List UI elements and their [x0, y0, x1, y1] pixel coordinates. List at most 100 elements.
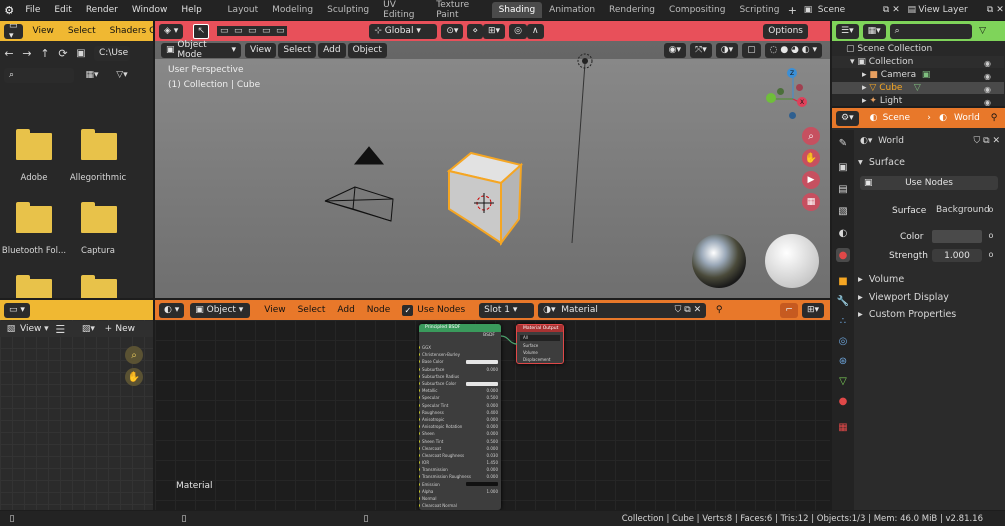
folder-icon[interactable]: [16, 202, 52, 233]
parent-dir-icon[interactable]: ↑: [36, 47, 54, 60]
tab-layout[interactable]: Layout: [221, 2, 266, 18]
tab-uv-editing[interactable]: UV Editing: [376, 0, 429, 23]
menu-select[interactable]: Select: [68, 26, 96, 36]
gizmo-z-axis[interactable]: Z: [787, 68, 797, 78]
gizmo-x-axis[interactable]: X: [797, 97, 807, 107]
surface-panel-header[interactable]: ▾ Surface: [858, 155, 1003, 169]
display-mode-icon[interactable]: ▦▾: [80, 70, 104, 80]
tool-tab-icon[interactable]: ✎: [836, 136, 850, 150]
socket-link-icon[interactable]: o: [986, 231, 996, 240]
menu-view[interactable]: View: [20, 324, 41, 334]
folder-icon[interactable]: [81, 202, 117, 233]
editor-type-button[interactable]: ▭ ▾: [4, 302, 30, 318]
new-image-button[interactable]: New: [115, 324, 135, 334]
eye-icon[interactable]: ◉: [984, 96, 1004, 106]
scene-name[interactable]: Scene: [814, 5, 881, 15]
zoom-icon[interactable]: ⌕: [802, 127, 820, 145]
constraints-tab-icon[interactable]: ⊛: [836, 354, 850, 368]
eye-icon[interactable]: ◉: [984, 57, 1004, 70]
viewport-display-panel-header[interactable]: ▸ Viewport Display: [858, 290, 1003, 304]
editor-type-button[interactable]: ▭ ▾: [4, 21, 23, 41]
tab-sculpting[interactable]: Sculpting: [320, 2, 376, 18]
physics-tab-icon[interactable]: ◎: [836, 334, 850, 348]
strength-field[interactable]: 1.000: [932, 249, 982, 262]
unlink-world-icon[interactable]: ✕: [992, 136, 1000, 146]
expand-icon[interactable]: ▸: [862, 96, 867, 106]
editor-type-button[interactable]: ⚙▾: [836, 110, 859, 126]
custom-properties-panel-header[interactable]: ▸ Custom Properties: [858, 307, 1003, 321]
new-folder-icon[interactable]: ▣: [72, 48, 90, 59]
tab-animation[interactable]: Animation: [542, 2, 602, 18]
outliner-row-collection[interactable]: ▾ ▣ Collection: [832, 56, 1004, 68]
blender-logo-icon[interactable]: ⚙: [0, 4, 18, 17]
filter-icon[interactable]: ▽: [976, 26, 990, 36]
tab-rendering[interactable]: Rendering: [602, 2, 662, 18]
texture-tab-icon[interactable]: ▦: [836, 420, 850, 434]
editor-type-button[interactable]: ☰▾: [836, 23, 859, 39]
menu-file[interactable]: File: [18, 5, 47, 15]
path-field[interactable]: C:\Use: [94, 45, 130, 61]
outliner-row-camera[interactable]: ▸ ■ Camera ▣: [832, 69, 1004, 81]
mode-icon[interactable]: ▧: [4, 324, 18, 334]
scene-new-icon[interactable]: ⧉: [881, 5, 891, 15]
world-datablock-row[interactable]: ◐▾ World ⛉ ⧉ ✕: [860, 133, 1000, 149]
viewlayer-close-icon[interactable]: ✕: [995, 5, 1005, 15]
eye-icon[interactable]: ◉: [984, 83, 1004, 96]
view-layer-tab-icon[interactable]: ▧: [836, 204, 850, 218]
use-nodes-button[interactable]: ▣ Use Nodes: [860, 176, 998, 190]
socket-link-icon[interactable]: o: [986, 250, 996, 259]
tab-texture-paint[interactable]: Texture Paint: [429, 0, 491, 23]
refresh-icon[interactable]: ⟳: [54, 47, 72, 60]
viewport-area[interactable]: ◈ ▾ ↖ ▭ ▭ ▭ ▭ ▭ ⊹ Global ▾ ⊙▾ ⋄ ⊞▾ ◎ ∧ O…: [155, 21, 830, 298]
menu-window[interactable]: Window: [125, 5, 175, 15]
expand-icon[interactable]: ▸: [862, 83, 867, 93]
tab-shading[interactable]: Shading: [491, 2, 543, 18]
scene-tab[interactable]: Scene: [883, 113, 910, 123]
gizmo-neg-z[interactable]: [789, 112, 796, 119]
data-tab-icon[interactable]: ▽: [836, 374, 850, 388]
material-tab-icon[interactable]: ●: [836, 394, 850, 408]
camera-view-icon[interactable]: ▶: [802, 171, 820, 189]
gizmo-neg-x[interactable]: [796, 84, 803, 91]
eye-icon[interactable]: ◉: [984, 70, 1004, 83]
node-editor-area[interactable]: ◐ ▾ ▣ Object ▾ View Select Add Node ✓ Us…: [155, 300, 830, 510]
outliner-row-scene-collection[interactable]: ▢ Scene Collection: [832, 43, 1004, 55]
zoom-icon[interactable]: ⌕: [125, 346, 143, 364]
render-tab-icon[interactable]: ▣: [836, 160, 850, 174]
tab-compositing[interactable]: Compositing: [662, 2, 732, 18]
expand-icon[interactable]: ▾: [850, 57, 855, 67]
gizmo-y-axis[interactable]: [766, 93, 776, 103]
expand-icon[interactable]: ▸: [862, 70, 867, 80]
pin-icon[interactable]: ⚲: [987, 113, 1001, 123]
viewlayer-new-icon[interactable]: ⧉: [985, 5, 995, 15]
outliner-search-input[interactable]: ⌕: [889, 23, 972, 39]
folder-icon[interactable]: [81, 275, 117, 298]
particles-tab-icon[interactable]: ∴: [836, 314, 850, 328]
ortho-grid-icon[interactable]: ▦: [802, 193, 820, 211]
volume-panel-header[interactable]: ▸ Volume: [858, 272, 1003, 286]
folder-icon[interactable]: [81, 129, 117, 160]
view-layer-name[interactable]: View Layer: [918, 5, 985, 15]
gizmo-neg-y[interactable]: [777, 88, 784, 95]
menu-render[interactable]: Render: [79, 5, 125, 15]
pan-hand-icon[interactable]: ✋: [802, 149, 820, 167]
pan-hand-icon[interactable]: ✋: [125, 368, 143, 386]
surface-value[interactable]: Background: [936, 205, 990, 215]
modifier-tab-icon[interactable]: 🔧: [836, 294, 850, 308]
add-workspace-icon[interactable]: +: [786, 4, 798, 17]
world-tab-icon[interactable]: ●: [836, 248, 850, 262]
dropdown-icon[interactable]: ▾: [41, 324, 51, 334]
editor-name[interactable]: Shaders C: [110, 26, 153, 36]
scene-tab-icon[interactable]: ◐: [836, 226, 850, 240]
menu-edit[interactable]: Edit: [47, 5, 78, 15]
forward-icon[interactable]: →: [18, 47, 36, 60]
fake-user-icon[interactable]: ⛉: [974, 136, 981, 146]
back-icon[interactable]: ←: [0, 47, 18, 60]
outliner-row-cube[interactable]: ▸ ▽ Cube ▽: [832, 82, 1004, 94]
object-tab-icon[interactable]: ■: [836, 274, 850, 288]
outliner-row-light[interactable]: ▸ ✦ Light: [832, 95, 1004, 106]
search-input[interactable]: ⌕: [4, 67, 74, 83]
output-tab-icon[interactable]: ▤: [836, 182, 850, 196]
folder-icon[interactable]: [16, 275, 52, 298]
world-tab[interactable]: World: [954, 113, 980, 123]
